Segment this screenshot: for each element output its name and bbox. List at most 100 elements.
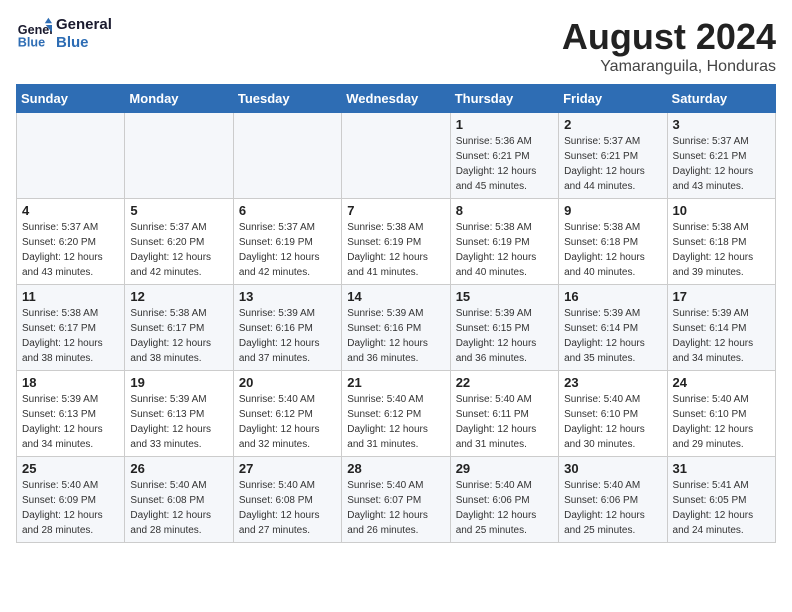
calendar-cell: 11Sunrise: 5:38 AM Sunset: 6:17 PM Dayli…: [17, 285, 125, 371]
day-info: Sunrise: 5:40 AM Sunset: 6:07 PM Dayligh…: [347, 478, 444, 538]
day-info: Sunrise: 5:38 AM Sunset: 6:17 PM Dayligh…: [22, 306, 119, 366]
calendar-cell: 9 Sunrise: 5:38 AM Sunset: 6:18 PM Daylig…: [559, 199, 667, 285]
logo-icon: General Blue: [16, 16, 52, 52]
day-info: Sunrise: 5:40 AM Sunset: 6:08 PM Dayligh…: [239, 478, 336, 538]
day-number: 19: [130, 375, 227, 390]
day-info: Sunrise: 5:39 AM Sunset: 6:13 PM Dayligh…: [130, 392, 227, 452]
day-header-sunday: Sunday: [17, 85, 125, 113]
day-header-thursday: Thursday: [450, 85, 558, 113]
calendar-cell: 20 Sunrise: 5:40 AM Sunset: 6:12 PM Dayli…: [233, 371, 341, 457]
calendar-cell: [233, 113, 341, 199]
calendar-week-5: 25 Sunrise: 5:40 AM Sunset: 6:09 PM Dayli…: [17, 457, 776, 543]
calendar-cell: 16 Sunrise: 5:39 AM Sunset: 6:14 PM Dayli…: [559, 285, 667, 371]
calendar-cell: 31Sunrise: 5:41 AM Sunset: 6:05 PM Dayli…: [667, 457, 775, 543]
calendar-cell: 14Sunrise: 5:39 AM Sunset: 6:16 PM Dayli…: [342, 285, 450, 371]
day-number: 23: [564, 375, 661, 390]
day-info: Sunrise: 5:40 AM Sunset: 6:11 PM Dayligh…: [456, 392, 553, 452]
day-number: 6: [239, 203, 336, 218]
day-number: 1: [456, 117, 553, 132]
day-info: Sunrise: 5:38 AM Sunset: 6:17 PM Dayligh…: [130, 306, 227, 366]
day-header-saturday: Saturday: [667, 85, 775, 113]
calendar-cell: 4Sunrise: 5:37 AM Sunset: 6:20 PM Daylig…: [17, 199, 125, 285]
day-header-monday: Monday: [125, 85, 233, 113]
calendar-week-4: 18 Sunrise: 5:39 AM Sunset: 6:13 PM Dayli…: [17, 371, 776, 457]
calendar-cell: 17 Sunrise: 5:39 AM Sunset: 6:14 PM Dayli…: [667, 285, 775, 371]
calendar-cell: 15Sunrise: 5:39 AM Sunset: 6:15 PM Dayli…: [450, 285, 558, 371]
day-header-friday: Friday: [559, 85, 667, 113]
calendar-body: 1Sunrise: 5:36 AM Sunset: 6:21 PM Daylig…: [17, 113, 776, 543]
calendar-cell: 23 Sunrise: 5:40 AM Sunset: 6:10 PM Dayli…: [559, 371, 667, 457]
svg-text:Blue: Blue: [18, 36, 45, 50]
day-info: Sunrise: 5:38 AM Sunset: 6:18 PM Dayligh…: [564, 220, 661, 280]
calendar-cell: [17, 113, 125, 199]
day-number: 14: [347, 289, 444, 304]
calendar-cell: 26Sunrise: 5:40 AM Sunset: 6:08 PM Dayli…: [125, 457, 233, 543]
calendar-cell: 3 Sunrise: 5:37 AM Sunset: 6:21 PM Daylig…: [667, 113, 775, 199]
day-info: Sunrise: 5:38 AM Sunset: 6:18 PM Dayligh…: [673, 220, 770, 280]
calendar-week-3: 11Sunrise: 5:38 AM Sunset: 6:17 PM Dayli…: [17, 285, 776, 371]
day-header-tuesday: Tuesday: [233, 85, 341, 113]
day-number: 25: [22, 461, 119, 476]
calendar-cell: 2Sunrise: 5:37 AM Sunset: 6:21 PM Daylig…: [559, 113, 667, 199]
day-number: 5: [130, 203, 227, 218]
day-info: Sunrise: 5:40 AM Sunset: 6:12 PM Dayligh…: [347, 392, 444, 452]
calendar-cell: [342, 113, 450, 199]
calendar-header-row: SundayMondayTuesdayWednesdayThursdayFrid…: [17, 85, 776, 113]
day-number: 21: [347, 375, 444, 390]
day-info: Sunrise: 5:39 AM Sunset: 6:16 PM Dayligh…: [239, 306, 336, 366]
day-number: 28: [347, 461, 444, 476]
day-number: 17: [673, 289, 770, 304]
calendar-week-2: 4 Sunrise: 5:37 AM Sunset: 6:20 PM Daylig…: [17, 199, 776, 285]
day-info: Sunrise: 5:39 AM Sunset: 6:14 PM Dayligh…: [673, 306, 770, 366]
day-number: 30: [564, 461, 661, 476]
day-number: 20: [239, 375, 336, 390]
day-number: 4: [22, 203, 119, 218]
calendar-cell: 8Sunrise: 5:38 AM Sunset: 6:19 PM Daylig…: [450, 199, 558, 285]
day-info: Sunrise: 5:37 AM Sunset: 6:19 PM Dayligh…: [239, 220, 336, 280]
day-info: Sunrise: 5:37 AM Sunset: 6:21 PM Dayligh…: [564, 134, 661, 194]
calendar-cell: 21 Sunrise: 5:40 AM Sunset: 6:12 PM Dayli…: [342, 371, 450, 457]
page-subtitle: Yamaranguila, Honduras: [562, 58, 776, 76]
day-info: Sunrise: 5:39 AM Sunset: 6:13 PM Dayligh…: [22, 392, 119, 452]
day-info: Sunrise: 5:40 AM Sunset: 6:06 PM Dayligh…: [564, 478, 661, 538]
day-info: Sunrise: 5:37 AM Sunset: 6:21 PM Dayligh…: [673, 134, 770, 194]
day-number: 7: [347, 203, 444, 218]
day-number: 29: [456, 461, 553, 476]
calendar-week-1: 1Sunrise: 5:36 AM Sunset: 6:21 PM Daylig…: [17, 113, 776, 199]
calendar-cell: 27Sunrise: 5:40 AM Sunset: 6:08 PM Dayli…: [233, 457, 341, 543]
day-info: Sunrise: 5:40 AM Sunset: 6:08 PM Dayligh…: [130, 478, 227, 538]
page-header: General Blue General Blue August 2024 Ya…: [16, 16, 776, 76]
day-info: Sunrise: 5:40 AM Sunset: 6:06 PM Dayligh…: [456, 478, 553, 538]
day-number: 9: [564, 203, 661, 218]
day-number: 18: [22, 375, 119, 390]
calendar-cell: 29 Sunrise: 5:40 AM Sunset: 6:06 PM Dayli…: [450, 457, 558, 543]
day-info: Sunrise: 5:40 AM Sunset: 6:09 PM Dayligh…: [22, 478, 119, 538]
day-number: 22: [456, 375, 553, 390]
day-header-wednesday: Wednesday: [342, 85, 450, 113]
day-number: 24: [673, 375, 770, 390]
calendar-cell: 6 Sunrise: 5:37 AM Sunset: 6:19 PM Daylig…: [233, 199, 341, 285]
calendar-cell: 25 Sunrise: 5:40 AM Sunset: 6:09 PM Dayli…: [17, 457, 125, 543]
calendar-cell: 1Sunrise: 5:36 AM Sunset: 6:21 PM Daylig…: [450, 113, 558, 199]
calendar-cell: 24 Sunrise: 5:40 AM Sunset: 6:10 PM Dayli…: [667, 371, 775, 457]
day-info: Sunrise: 5:37 AM Sunset: 6:20 PM Dayligh…: [130, 220, 227, 280]
calendar-cell: 10Sunrise: 5:38 AM Sunset: 6:18 PM Dayli…: [667, 199, 775, 285]
day-info: Sunrise: 5:39 AM Sunset: 6:15 PM Dayligh…: [456, 306, 553, 366]
day-info: Sunrise: 5:38 AM Sunset: 6:19 PM Dayligh…: [347, 220, 444, 280]
calendar-cell: 5 Sunrise: 5:37 AM Sunset: 6:20 PM Daylig…: [125, 199, 233, 285]
day-info: Sunrise: 5:40 AM Sunset: 6:10 PM Dayligh…: [564, 392, 661, 452]
title-block: August 2024 Yamaranguila, Honduras: [562, 16, 776, 76]
day-info: Sunrise: 5:40 AM Sunset: 6:12 PM Dayligh…: [239, 392, 336, 452]
calendar-cell: 28 Sunrise: 5:40 AM Sunset: 6:07 PM Dayli…: [342, 457, 450, 543]
day-info: Sunrise: 5:39 AM Sunset: 6:14 PM Dayligh…: [564, 306, 661, 366]
calendar-cell: 12Sunrise: 5:38 AM Sunset: 6:17 PM Dayli…: [125, 285, 233, 371]
day-number: 16: [564, 289, 661, 304]
calendar-table: SundayMondayTuesdayWednesdayThursdayFrid…: [16, 84, 776, 543]
page-title: August 2024: [562, 16, 776, 58]
day-info: Sunrise: 5:41 AM Sunset: 6:05 PM Dayligh…: [673, 478, 770, 538]
day-info: Sunrise: 5:40 AM Sunset: 6:10 PM Dayligh…: [673, 392, 770, 452]
day-info: Sunrise: 5:38 AM Sunset: 6:19 PM Dayligh…: [456, 220, 553, 280]
calendar-cell: 7 Sunrise: 5:38 AM Sunset: 6:19 PM Daylig…: [342, 199, 450, 285]
day-number: 3: [673, 117, 770, 132]
calendar-cell: 18 Sunrise: 5:39 AM Sunset: 6:13 PM Dayli…: [17, 371, 125, 457]
